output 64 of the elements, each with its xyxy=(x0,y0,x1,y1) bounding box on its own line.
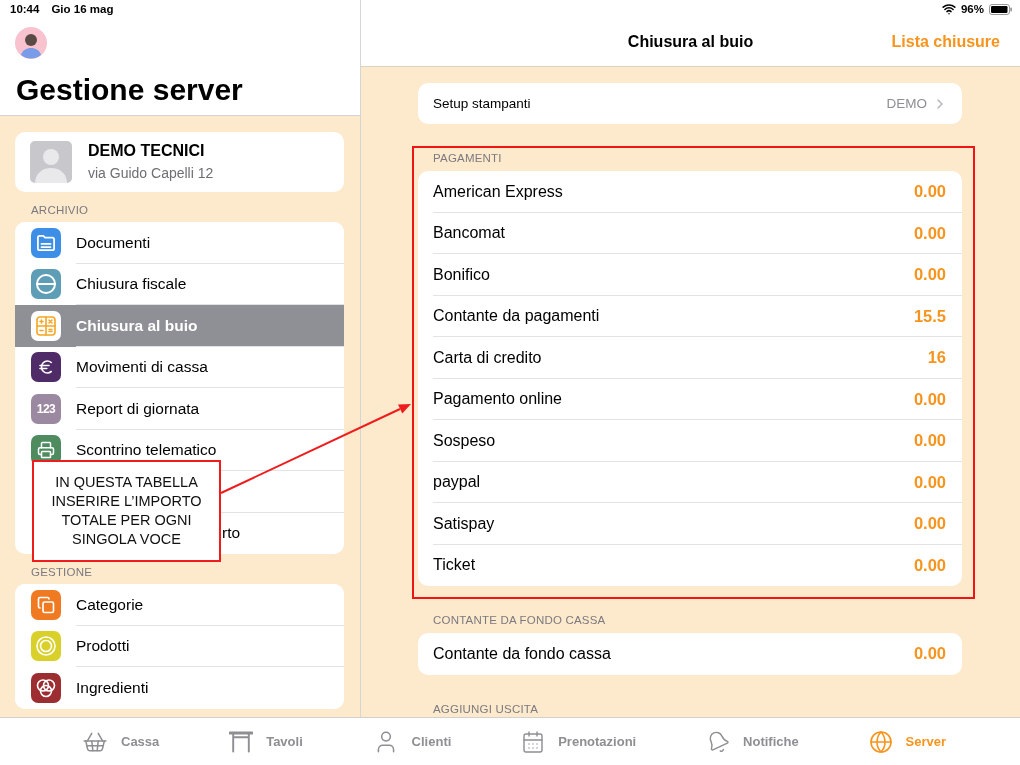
calculator-icon xyxy=(31,310,61,341)
amount-field[interactable]: 0.00 xyxy=(913,223,946,243)
sidebar-item[interactable]: Categorie xyxy=(15,584,344,626)
amount-field[interactable]: 0.00 xyxy=(913,389,946,409)
payment-label: American Express xyxy=(433,182,563,201)
page-title: Gestione server xyxy=(16,73,243,107)
profile-card[interactable]: DEMO TECNICI via Guido Capelli 12 xyxy=(15,132,344,192)
battery-icon xyxy=(989,3,1012,15)
payment-label: Pagamento online xyxy=(433,390,562,409)
avatar-placeholder-icon xyxy=(30,141,72,183)
payment-label: Ticket xyxy=(433,556,476,575)
payment-label: Carta di credito xyxy=(433,348,542,367)
status-time: 10:44 xyxy=(10,2,40,16)
amount-field[interactable]: 0.00 xyxy=(913,514,946,534)
payment-label: Contante da pagamenti xyxy=(433,307,600,326)
sidebar-item[interactable]: Chiusura al buio xyxy=(15,305,344,347)
payment-label: paypal xyxy=(433,473,481,492)
nav-title: Chiusura al buio xyxy=(627,33,754,51)
closures-list-link[interactable]: Lista chiusure xyxy=(891,33,1000,51)
profile-name: DEMO TECNICI xyxy=(88,142,206,160)
numbers-tile: 123 xyxy=(31,393,61,424)
amount-field[interactable]: 15.5 xyxy=(913,306,946,326)
wifi-icon xyxy=(941,2,956,16)
amount-field[interactable]: 16 xyxy=(927,348,946,368)
amount-field[interactable]: 0.00 xyxy=(913,182,946,202)
payment-label: Sospeso xyxy=(433,431,496,450)
status-date: Gio 16 mag xyxy=(51,2,114,16)
amount-field[interactable]: 0.00 xyxy=(913,555,946,575)
sidebar-item[interactable]: Documenti xyxy=(15,222,344,264)
section-header: AGGIUNGI USCITA xyxy=(432,701,540,717)
folder-icon xyxy=(31,227,61,258)
tab-item[interactable]: Server xyxy=(868,729,946,754)
payment-label: Bonifico xyxy=(433,265,490,284)
table-icon xyxy=(229,729,254,754)
avatar-icon[interactable] xyxy=(15,27,47,59)
payment-label: Bancomat xyxy=(433,224,506,243)
tab-item[interactable]: Cassa xyxy=(82,728,160,755)
payment-label: Satispay xyxy=(433,514,495,533)
section-header: GESTIONE xyxy=(30,565,94,580)
amount-field[interactable]: 0.00 xyxy=(913,644,946,664)
amount-field[interactable]: 0.00 xyxy=(913,431,946,451)
annotation-tooltip: IN QUESTA TABELLA INSERIRE L’IMPORTO TOTALE PER OGNI SINGOLA VOCE xyxy=(32,460,221,562)
tab-item[interactable]: Clienti xyxy=(372,728,452,755)
tab-item[interactable]: Notifiche xyxy=(706,729,799,754)
calendar-icon xyxy=(521,729,546,754)
payment-label: Contante da fondo cassa xyxy=(433,644,611,663)
amount-field[interactable]: 0.00 xyxy=(913,472,946,492)
sidebar-item[interactable]: rto xyxy=(222,524,241,543)
tab-item[interactable]: Prenotazioni xyxy=(521,729,637,754)
setup-label: Setup stampanti xyxy=(433,96,532,111)
section-header: ARCHIVIO xyxy=(30,203,90,218)
section-header: PAGAMENTI xyxy=(432,151,503,166)
printer-setup-row[interactable]: Setup stampanti DEMO xyxy=(418,83,962,124)
profile-address: via Guido Capelli 12 xyxy=(88,164,214,182)
battery-percent: 96% xyxy=(960,2,984,16)
section-header: CONTANTE DA FONDO CASSA xyxy=(432,613,607,628)
euro-icon xyxy=(31,352,61,383)
amount-field[interactable]: 0.00 xyxy=(913,265,946,285)
squares-icon xyxy=(31,589,61,620)
tab-item[interactable]: Tavoli xyxy=(229,729,303,754)
circles-icon xyxy=(31,672,61,703)
globe-icon xyxy=(868,729,893,754)
setup-value: DEMO xyxy=(886,96,927,111)
rings-icon xyxy=(31,631,61,662)
